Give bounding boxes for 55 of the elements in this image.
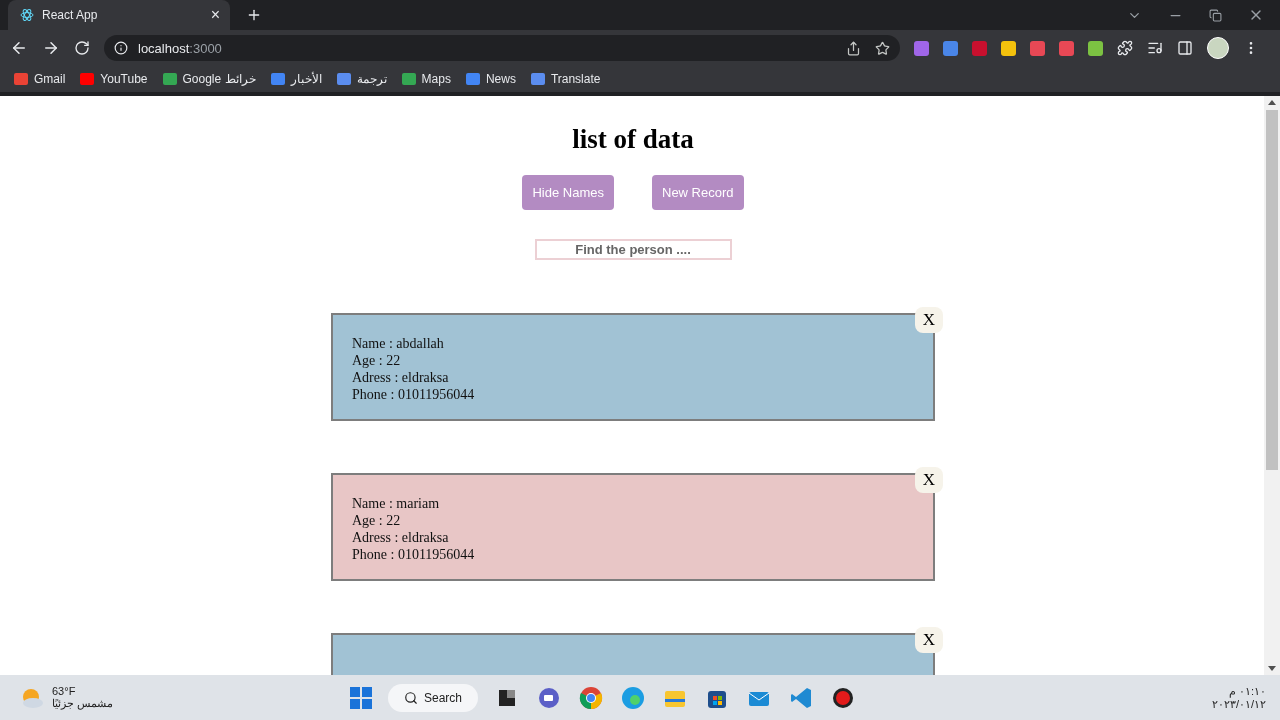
delete-button[interactable]: X <box>915 627 943 653</box>
extensions-puzzle-icon[interactable] <box>1117 40 1133 56</box>
address-bar[interactable]: localhost:3000 <box>104 35 900 61</box>
browser-tab[interactable]: React App × <box>8 0 230 30</box>
delete-button[interactable]: X <box>915 307 943 333</box>
bookmark-star-icon[interactable] <box>875 40 890 56</box>
profile-avatar[interactable] <box>1207 37 1229 59</box>
page-title: list of data <box>572 124 694 155</box>
chrome-app-icon[interactable] <box>578 684 604 711</box>
extension-icon[interactable] <box>943 40 958 56</box>
extension-icon[interactable] <box>1088 40 1103 56</box>
forward-icon[interactable] <box>42 39 60 57</box>
record-line: Age : 22 <box>352 512 402 529</box>
extension-icon[interactable] <box>1001 40 1016 56</box>
record-line: Name : abdallah <box>352 335 445 352</box>
react-icon <box>20 8 34 22</box>
bookmark-link[interactable]: YouTube <box>80 72 148 86</box>
extension-icon[interactable] <box>1059 40 1074 56</box>
scrollbar[interactable] <box>1264 96 1280 675</box>
side-panel-icon[interactable] <box>1177 40 1193 56</box>
back-icon[interactable] <box>10 39 28 57</box>
new-tab-icon[interactable] <box>246 7 262 23</box>
share-icon[interactable] <box>846 40 861 56</box>
search-field[interactable]: Find the person .... <box>534 239 732 260</box>
extension-icon[interactable] <box>1030 40 1045 56</box>
reload-icon[interactable] <box>74 40 90 56</box>
bookmark-link[interactable]: Gmail <box>14 72 66 86</box>
delete-button[interactable]: X <box>915 467 943 493</box>
record-line: Name : mariam <box>352 495 441 512</box>
bookmark-link[interactable]: Google خرائط <box>162 72 256 86</box>
record-line: Age : 22 <box>352 352 402 369</box>
bookmark-link[interactable]: Maps <box>401 72 451 86</box>
taskbar-search-button[interactable]: Search <box>388 683 478 712</box>
record-line: Adress : eldraksa <box>352 369 450 386</box>
search-icon <box>404 690 418 705</box>
windows-start-icon[interactable] <box>350 686 372 709</box>
clock-date: ٢٠٢٣/٠١/١٢ <box>1211 697 1266 711</box>
tab-title: React App <box>42 8 99 22</box>
info-icon[interactable] <box>114 41 128 55</box>
tab-close-button[interactable]: × <box>210 6 220 24</box>
extension-icon[interactable] <box>914 40 929 56</box>
bookmark-link[interactable]: الأخبار <box>270 72 322 86</box>
media-list-icon[interactable] <box>1147 40 1163 56</box>
bookmark-link[interactable]: Translate <box>530 72 601 86</box>
bookmark-link[interactable]: News <box>465 72 516 86</box>
clock-time: ٠١:١٠ م <box>1228 684 1266 698</box>
record-line: Phone : 01011956044 <box>352 546 476 563</box>
url-port: :3000 <box>189 40 222 56</box>
restore-icon[interactable] <box>1209 8 1222 22</box>
record-line: Adress : eldraksa <box>352 529 450 546</box>
weather-text: مشمس جزئيًا <box>52 697 114 710</box>
temperature-text: 63°F <box>52 685 77 697</box>
bookmark-link[interactable]: ترجمة <box>336 72 387 86</box>
url-host: localhost <box>138 40 190 56</box>
record-line: Phone : 01011956044 <box>352 386 476 403</box>
